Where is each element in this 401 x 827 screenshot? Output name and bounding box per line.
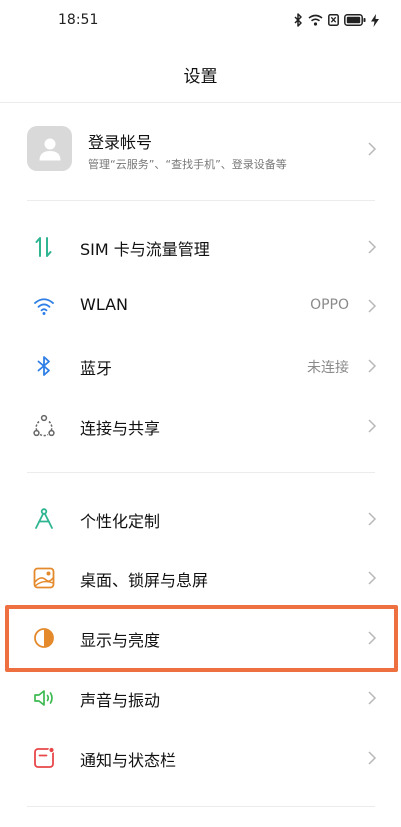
page-title: 设置 bbox=[183, 67, 218, 87]
section-divider bbox=[27, 200, 375, 201]
setting-label: 桌面、锁屏与息屏 bbox=[80, 571, 209, 590]
bluetooth-icon bbox=[294, 13, 303, 27]
setting-label: WLAN bbox=[80, 295, 129, 314]
wallpaper-icon bbox=[32, 566, 56, 590]
chevron-right-icon bbox=[367, 630, 377, 646]
setting-row-sound-vibration[interactable]: 声音与振动 bbox=[0, 669, 401, 727]
wifi-icon bbox=[308, 14, 323, 26]
avatar bbox=[27, 126, 72, 171]
account-name: 登录帐号 bbox=[88, 133, 153, 152]
share-nodes-icon bbox=[32, 414, 56, 438]
setting-row-wlan[interactable]: WLAN OPPO bbox=[0, 277, 401, 335]
section-divider bbox=[27, 472, 375, 473]
setting-label: 通知与状态栏 bbox=[80, 751, 177, 770]
title-bar: 设置 bbox=[0, 44, 401, 103]
status-time: 18:51 bbox=[58, 12, 99, 28]
setting-value: OPPO bbox=[310, 297, 349, 313]
chevron-right-icon bbox=[367, 570, 377, 586]
chevron-right-icon bbox=[367, 141, 377, 157]
setting-label: 连接与共享 bbox=[80, 419, 161, 438]
setting-row-connect-share[interactable]: 连接与共享 bbox=[0, 397, 401, 455]
sim-icon bbox=[328, 14, 339, 26]
status-icons bbox=[294, 12, 379, 28]
bluetooth-icon bbox=[32, 354, 56, 378]
setting-row-display-brightness[interactable]: 显示与亮度 bbox=[0, 609, 401, 667]
battery-icon bbox=[344, 14, 366, 26]
setting-row-bluetooth[interactable]: 蓝牙 未连接 bbox=[0, 337, 401, 395]
notification-icon bbox=[32, 746, 56, 770]
chevron-right-icon bbox=[367, 511, 377, 527]
compass-icon bbox=[32, 507, 56, 531]
section-divider bbox=[27, 806, 375, 807]
setting-label: 显示与亮度 bbox=[80, 631, 161, 650]
wifi-icon bbox=[32, 294, 56, 318]
charging-icon bbox=[371, 13, 379, 27]
chevron-right-icon bbox=[367, 239, 377, 255]
chevron-right-icon bbox=[367, 358, 377, 374]
chevron-right-icon bbox=[367, 418, 377, 434]
setting-row-personalize[interactable]: 个性化定制 bbox=[0, 490, 401, 548]
settings-screen: 18:51 设置 登录帐号 管理“云服务”、“查找手机”、登录设备等 SIM 卡… bbox=[0, 0, 401, 827]
setting-row-sim[interactable]: SIM 卡与流量管理 bbox=[0, 218, 401, 276]
chevron-right-icon bbox=[367, 298, 377, 314]
setting-label: 声音与振动 bbox=[80, 691, 161, 710]
chevron-right-icon bbox=[367, 690, 377, 706]
status-bar: 18:51 bbox=[0, 0, 401, 44]
setting-row-wallpaper[interactable]: 桌面、锁屏与息屏 bbox=[0, 549, 401, 607]
setting-label: 蓝牙 bbox=[80, 359, 113, 378]
chevron-right-icon bbox=[367, 750, 377, 766]
account-login-row[interactable]: 登录帐号 管理“云服务”、“查找手机”、登录设备等 bbox=[0, 103, 401, 200]
setting-label: 个性化定制 bbox=[80, 512, 161, 531]
sim-data-icon bbox=[32, 235, 56, 259]
setting-row-notification[interactable]: 通知与状态栏 bbox=[0, 729, 401, 787]
setting-label: SIM 卡与流量管理 bbox=[80, 240, 210, 259]
account-description: 管理“云服务”、“查找手机”、登录设备等 bbox=[88, 158, 287, 171]
setting-value: 未连接 bbox=[307, 360, 349, 376]
speaker-icon bbox=[32, 686, 56, 710]
brightness-icon bbox=[32, 626, 56, 650]
